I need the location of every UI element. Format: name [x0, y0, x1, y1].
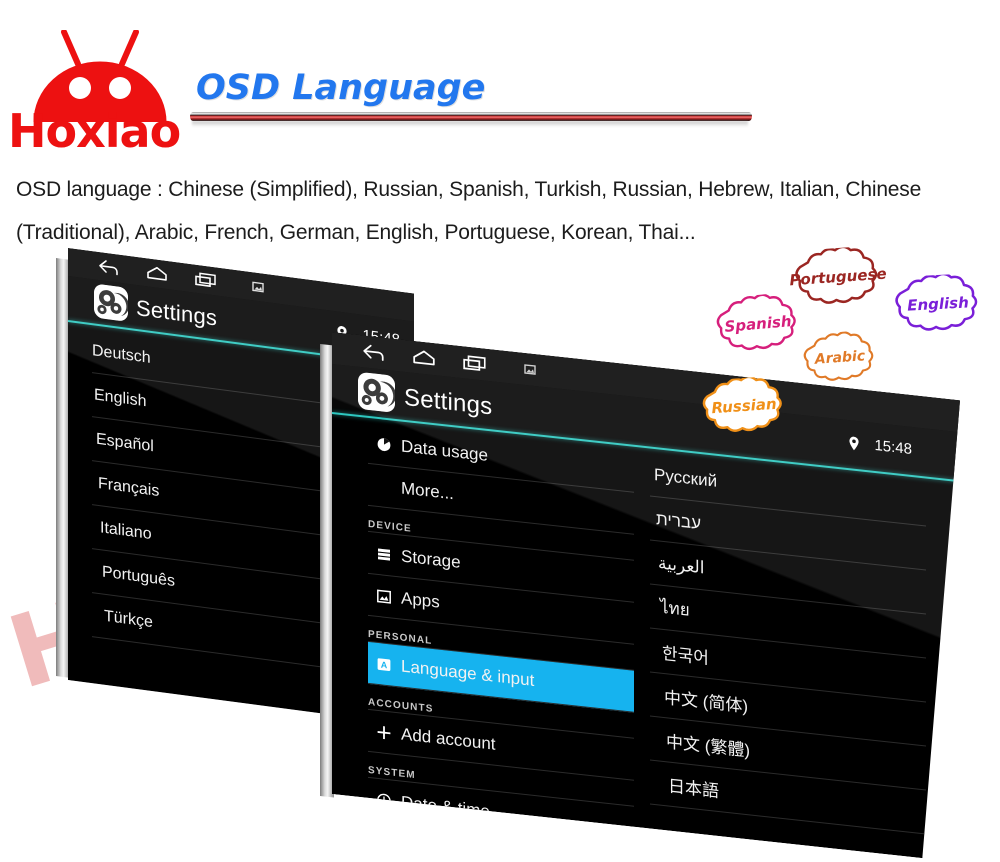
settings-gear-icon: [94, 283, 128, 321]
language-label: Português: [102, 562, 175, 590]
page-title: OSD Language: [196, 68, 486, 108]
language-label: Русский: [654, 464, 718, 491]
recents-icon[interactable]: [194, 271, 218, 290]
settings-item-label: Storage: [401, 545, 461, 572]
settings-gear-icon: [358, 372, 395, 413]
language-bubble-label: English: [906, 293, 970, 315]
language-icon: A: [376, 655, 392, 673]
language-label: 日本語: [668, 776, 719, 802]
language-bubble: English: [885, 272, 992, 335]
language-label: 中文 (繁體): [666, 732, 751, 761]
language-label: Türkçe: [104, 607, 153, 631]
device-bezel: [56, 258, 70, 678]
brand-logo: Hoxiao: [8, 8, 188, 154]
settings-item-label: Date & time: [401, 791, 490, 821]
title-divider: [190, 110, 752, 127]
plus-icon: [376, 723, 392, 741]
tablet-a-app-title: Settings: [136, 294, 218, 331]
spacer-icon: [376, 477, 392, 495]
settings-item-label: Language & input: [401, 655, 535, 690]
language-label: Italiano: [100, 518, 152, 543]
tablet-b-statusbar: 15:48: [848, 434, 912, 458]
screenshot-icon[interactable]: [252, 280, 264, 294]
language-label: Español: [96, 430, 154, 455]
apps-icon: [376, 587, 392, 605]
language-label: 中文 (简体): [664, 688, 749, 717]
tablet-b-settings-menu[interactable]: Data usage More... DEVICE Storage Apps PERSON…: [368, 422, 634, 849]
language-label: Deutsch: [92, 341, 151, 367]
page-header: Hoxiao OSD Language: [0, 0, 1000, 160]
language-label: English: [94, 385, 147, 410]
tablet-b-screen: Settings 15:48 Data usage More... DEVICE St…: [332, 332, 960, 862]
settings-item-label: Data usage: [401, 435, 488, 465]
location-pin-icon: [848, 435, 860, 452]
language-label: Français: [98, 474, 160, 500]
settings-item-label: More...: [401, 477, 454, 503]
brand-name: Hoxiao: [8, 104, 181, 158]
device-showcase: Settings 15:48 Deutsch English Español Fran…: [0, 240, 1000, 780]
home-icon[interactable]: [412, 348, 436, 369]
language-label: עברית: [656, 508, 701, 533]
settings-item-label: Add account: [401, 723, 496, 754]
svg-text:A: A: [381, 659, 388, 670]
language-label: العربية: [658, 552, 705, 577]
tablet-device-front: Settings 15:48 Data usage More... DEVICE St…: [320, 332, 960, 802]
tablet-b-app-title: Settings: [404, 383, 493, 421]
recents-icon[interactable]: [462, 353, 488, 374]
back-icon[interactable]: [98, 258, 120, 277]
clock-icon: [376, 791, 392, 809]
tablet-b-clock: 15:48: [874, 436, 912, 459]
tablet-b-language-list[interactable]: Русский עברית العربية ไทย 한국어 中文 (简体) 中文 (繁體) 日…: [650, 453, 926, 835]
language-label: 한국어: [662, 643, 709, 668]
back-icon[interactable]: [362, 342, 386, 363]
home-icon[interactable]: [146, 264, 168, 283]
settings-item-label: Apps: [401, 587, 440, 612]
screenshot-icon[interactable]: [524, 363, 536, 376]
language-bubble: Arabic: [794, 329, 885, 387]
storage-icon: [376, 545, 392, 563]
language-label: ไทย: [660, 597, 690, 620]
pie-chart-icon: [376, 435, 392, 453]
device-bezel: [320, 344, 334, 798]
language-bubble: Russian: [692, 375, 796, 438]
